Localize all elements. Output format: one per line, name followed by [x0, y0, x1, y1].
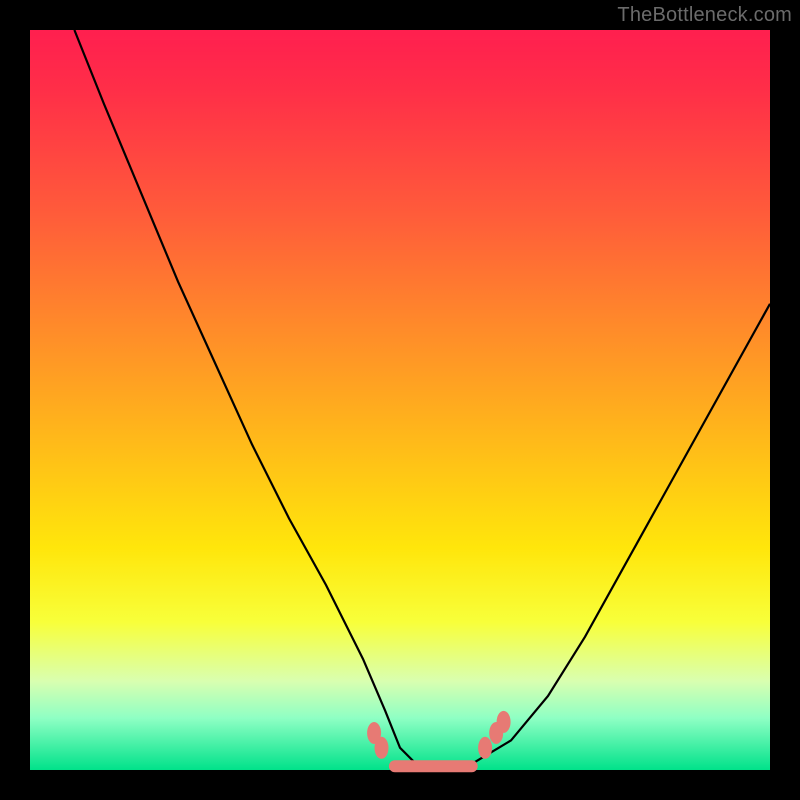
watermark-text: TheBottleneck.com [617, 4, 792, 27]
marker-dot [478, 737, 492, 759]
marker-dot [375, 737, 389, 759]
marker-strip [389, 760, 478, 772]
plot-area [30, 30, 770, 770]
chart-frame: TheBottleneck.com [0, 0, 800, 800]
curve-layer [30, 30, 770, 770]
bottleneck-curve [74, 30, 770, 770]
marker-dot [497, 711, 511, 733]
